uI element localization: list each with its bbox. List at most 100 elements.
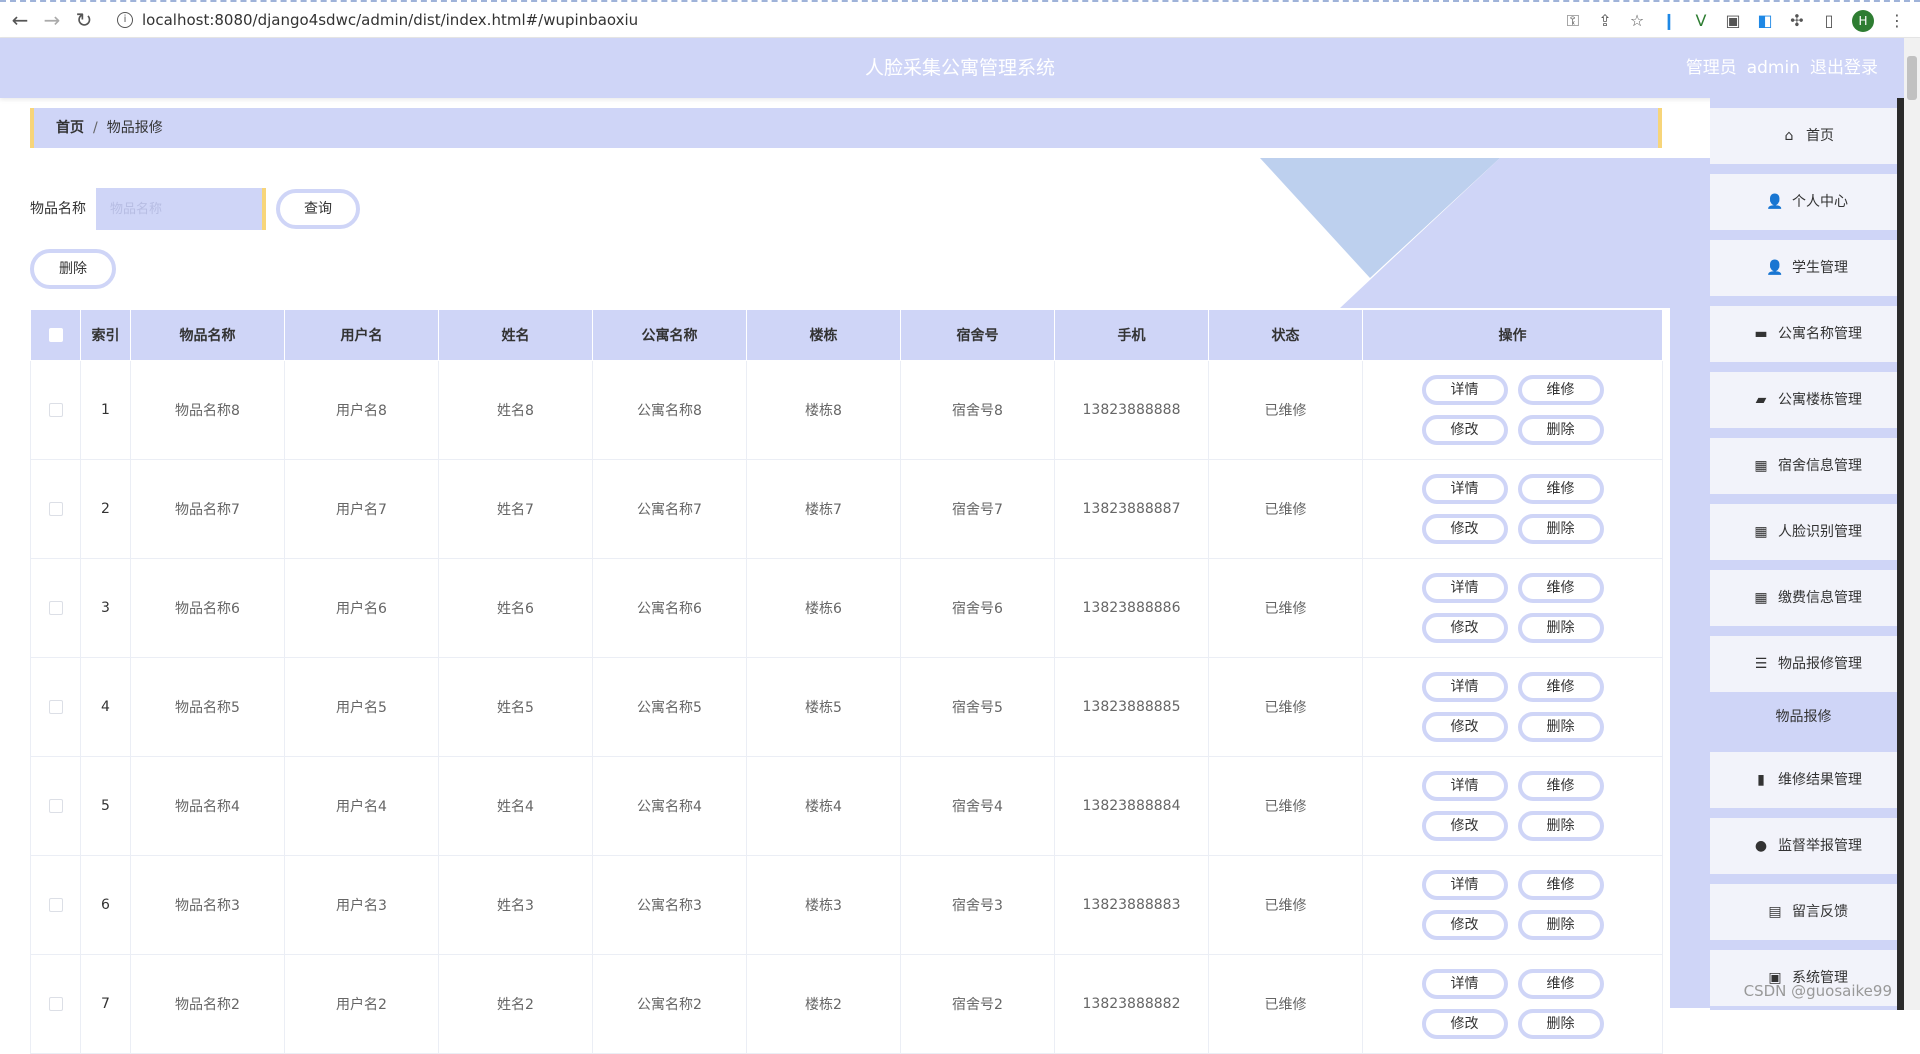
grid-icon: ▦ <box>1754 458 1768 474</box>
extension-icon[interactable]: ❙ <box>1660 12 1678 30</box>
table-cell-building: 楼栋3 <box>746 855 901 955</box>
table-cell-name: 姓名7 <box>438 459 593 559</box>
sidebar-item[interactable]: ☰ 物品报修管理 <box>1710 636 1897 692</box>
repair-button[interactable]: 维修 <box>1517 969 1604 999</box>
edit-button[interactable]: 修改 <box>1421 910 1508 940</box>
address-bar[interactable]: localhost:8080/django4sdwc/admin/dist/in… <box>142 9 638 31</box>
key-icon[interactable]: ⚿ <box>1564 12 1582 30</box>
scrollbar-thumb[interactable] <box>1907 56 1917 100</box>
sidebar-item[interactable]: ▦ 宿舍信息管理 <box>1710 438 1897 494</box>
repair-button[interactable]: 维修 <box>1517 870 1604 900</box>
table-cell-item: 物品名称2 <box>130 954 285 1054</box>
edit-button[interactable]: 修改 <box>1421 712 1508 742</box>
row-actions: 详情 维修 修改 删除 <box>1362 756 1663 856</box>
row-checkbox[interactable] <box>30 756 81 856</box>
sidebar-item[interactable]: ▰ 公寓楼栋管理 <box>1710 372 1897 428</box>
table-cell-room: 宿舍号7 <box>900 459 1055 559</box>
username: admin <box>1746 58 1800 78</box>
logout-link[interactable]: 退出登录 <box>1810 58 1878 78</box>
delete-button[interactable]: 删除 <box>1517 415 1604 445</box>
breadcrumb-home[interactable]: 首页 <box>56 120 84 136</box>
sidebar-item[interactable]: ▬ 公寓名称管理 <box>1710 306 1897 362</box>
edit-button[interactable]: 修改 <box>1421 1009 1508 1039</box>
table-cell-building: 楼栋8 <box>746 360 901 460</box>
submenu-item-active[interactable]: 物品报修 <box>1710 692 1897 742</box>
detail-button[interactable]: 详情 <box>1421 969 1508 999</box>
detail-button[interactable]: 详情 <box>1421 870 1508 900</box>
delete-button[interactable]: 删除 <box>1517 514 1604 544</box>
detail-button[interactable]: 详情 <box>1421 573 1508 603</box>
breadcrumb-current: 物品报修 <box>106 120 163 136</box>
edit-button[interactable]: 修改 <box>1421 613 1508 643</box>
table-cell-building: 楼栋7 <box>746 459 901 559</box>
table-row: 6 物品名称3 用户名3 姓名3 公寓名称3 楼栋3 宿舍号3 13823888883 已维修详… <box>30 855 1663 955</box>
table-row: 5 物品名称4 用户名4 姓名4 公寓名称4 楼栋4 宿舍号4 13823888884 已维修详… <box>30 756 1663 856</box>
table-cell-index: 1 <box>80 360 131 460</box>
table-cell-building: 楼栋2 <box>746 954 901 1054</box>
reload-icon[interactable]: ↻ <box>72 8 96 32</box>
batch-delete-button[interactable]: 删除 <box>30 249 116 289</box>
share-icon[interactable]: ⇪ <box>1596 12 1614 30</box>
search-button[interactable]: 查询 <box>276 189 360 229</box>
page-scrollbar[interactable] <box>1904 38 1920 1010</box>
info-icon[interactable]: i <box>117 12 133 28</box>
table-cell-phone: 13823888883 <box>1054 855 1209 955</box>
table-cell-status: 已维修 <box>1208 954 1363 1054</box>
extension-icon[interactable]: ▣ <box>1724 12 1742 30</box>
forward-icon[interactable]: → <box>40 8 64 32</box>
detail-button[interactable]: 详情 <box>1421 474 1508 504</box>
table-cell-phone: 13823888888 <box>1054 360 1209 460</box>
sidebar-item[interactable]: ▦ 缴费信息管理 <box>1710 570 1897 626</box>
table-cell-index: 7 <box>80 954 131 1054</box>
sidepanel-icon[interactable]: ▯ <box>1820 12 1838 30</box>
sidebar-item[interactable]: ▤ 留言反馈 <box>1710 884 1897 940</box>
repair-button[interactable]: 维修 <box>1517 771 1604 801</box>
extension-icon[interactable]: ◧ <box>1756 12 1774 30</box>
repair-button[interactable]: 维修 <box>1517 375 1604 405</box>
column-header: 手机 <box>1054 309 1209 361</box>
back-icon[interactable]: ← <box>8 8 32 32</box>
row-checkbox[interactable] <box>30 459 81 559</box>
profile-avatar[interactable]: H <box>1852 10 1874 32</box>
sidebar-item[interactable]: ⌂ 首页 <box>1710 108 1897 164</box>
select-all-checkbox[interactable] <box>30 309 81 361</box>
row-checkbox[interactable] <box>30 558 81 658</box>
app-title: 人脸采集公寓管理系统 <box>864 57 1055 79</box>
sidebar-item[interactable]: ▮ 维修结果管理 <box>1710 752 1897 808</box>
delete-button[interactable]: 删除 <box>1517 910 1604 940</box>
edit-button[interactable]: 修改 <box>1421 514 1508 544</box>
row-checkbox[interactable] <box>30 657 81 757</box>
delete-button[interactable]: 删除 <box>1517 811 1604 841</box>
sidebar-item[interactable]: ▦ 人脸识别管理 <box>1710 504 1897 560</box>
sidebar-item[interactable]: 👤 学生管理 <box>1710 240 1897 296</box>
detail-button[interactable]: 详情 <box>1421 672 1508 702</box>
delete-button[interactable]: 删除 <box>1517 712 1604 742</box>
row-checkbox[interactable] <box>30 360 81 460</box>
detail-button[interactable]: 详情 <box>1421 375 1508 405</box>
user-role: 管理员 <box>1685 58 1737 78</box>
star-icon[interactable]: ☆ <box>1628 12 1646 30</box>
breadcrumb-separator: / <box>93 120 98 136</box>
repair-button[interactable]: 维修 <box>1517 672 1604 702</box>
edit-button[interactable]: 修改 <box>1421 811 1508 841</box>
puzzle-icon[interactable]: ✣ <box>1788 12 1806 30</box>
table-row: 2 物品名称7 用户名7 姓名7 公寓名称7 楼栋7 宿舍号7 13823888887 已维修详… <box>30 459 1663 559</box>
column-header: 物品名称 <box>130 309 285 361</box>
row-actions: 详情 维修 修改 删除 <box>1362 558 1663 658</box>
repair-button[interactable]: 维修 <box>1517 474 1604 504</box>
sidebar-item[interactable]: 👤 个人中心 <box>1710 174 1897 230</box>
repair-button[interactable]: 维修 <box>1517 573 1604 603</box>
vue-devtools-icon[interactable]: V <box>1692 12 1710 30</box>
edit-button[interactable]: 修改 <box>1421 415 1508 445</box>
sidebar-item-label: 留言反馈 <box>1792 904 1848 920</box>
sidebar-item[interactable]: ● 监督举报管理 <box>1710 818 1897 874</box>
table-cell-name: 姓名5 <box>438 657 593 757</box>
delete-button[interactable]: 删除 <box>1517 1009 1604 1039</box>
kebab-menu-icon[interactable]: ⋮ <box>1888 12 1906 30</box>
item-name-search-input[interactable] <box>96 188 266 230</box>
detail-button[interactable]: 详情 <box>1421 771 1508 801</box>
home-icon: ⌂ <box>1784 128 1794 144</box>
row-checkbox[interactable] <box>30 855 81 955</box>
row-checkbox[interactable] <box>30 954 81 1054</box>
delete-button[interactable]: 删除 <box>1517 613 1604 643</box>
